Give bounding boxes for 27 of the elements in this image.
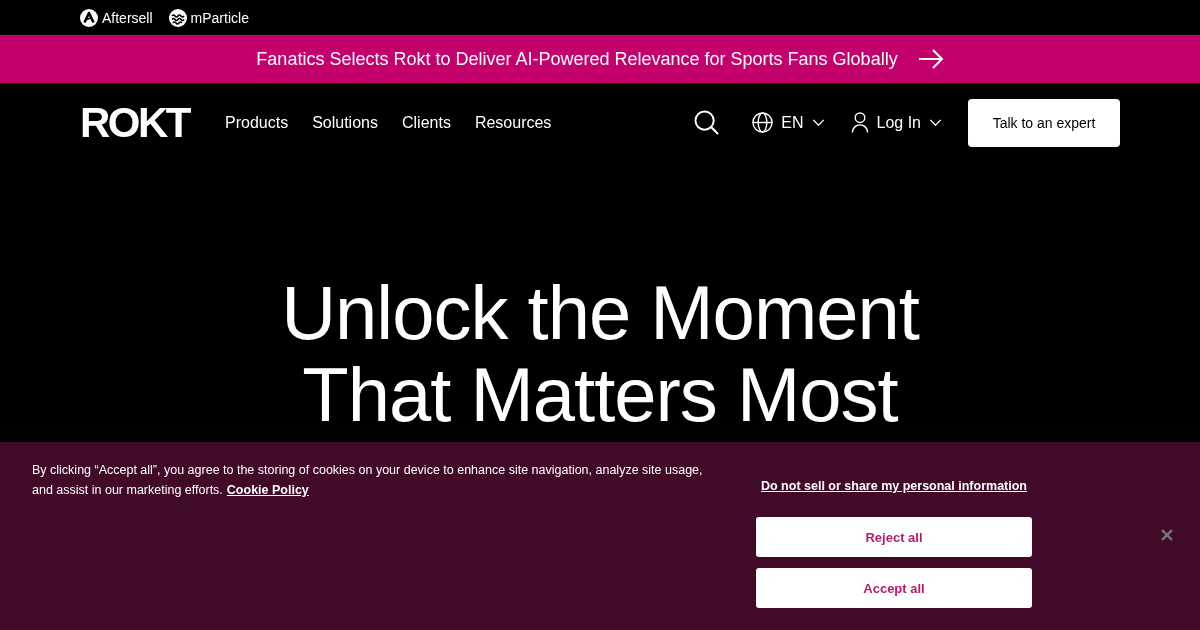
wave-logo-icon xyxy=(168,8,187,27)
nav-link[interactable]: Resources xyxy=(474,112,552,133)
nav-link[interactable]: Solutions xyxy=(312,112,378,133)
nav-link[interactable]: Products xyxy=(225,112,289,133)
announcement-link[interactable]: Fanatics Selects Rokt to Deliver AI-Powered Relevance for Sports Fans Globally xyxy=(256,48,944,70)
chevron-down-icon xyxy=(929,119,942,126)
privacy-link[interactable]: Do not sell or share my personal information xyxy=(761,477,1027,495)
close-icon xyxy=(1161,529,1173,541)
hero-headline: Unlock the Moment That Matters Most xyxy=(280,272,921,436)
circle-logo-icon xyxy=(80,8,98,27)
chevron-down-icon xyxy=(811,119,825,126)
brand-link[interactable]: Aftersell xyxy=(80,8,153,27)
language-button[interactable]: EN xyxy=(752,112,825,133)
user-icon xyxy=(850,112,869,133)
cookie-notice-text: By clicking “Accept all”, you agree to the storing of cookies on your device to enhance site navigation, analyze site usage, and assist in our marketing efforts. Cookie Policy xyxy=(32,462,704,499)
brand-link[interactable]: mParticle xyxy=(168,8,249,27)
logo[interactable]: ROKT xyxy=(80,101,189,144)
globe-icon xyxy=(752,112,774,133)
cookie-button[interactable]: Reject all xyxy=(756,517,1032,557)
nav-link[interactable]: Clients xyxy=(401,112,451,133)
login-button[interactable]: Log In xyxy=(850,112,942,133)
arrow-right-icon xyxy=(917,49,944,69)
cookie-policy-link[interactable]: Cookie Policy xyxy=(226,483,309,497)
search-icon xyxy=(694,110,720,135)
search-button[interactable] xyxy=(694,110,720,135)
cookie-button[interactable]: Accept all xyxy=(756,568,1032,608)
talk-to-expert-button[interactable]: Talk to an expert xyxy=(968,98,1120,147)
